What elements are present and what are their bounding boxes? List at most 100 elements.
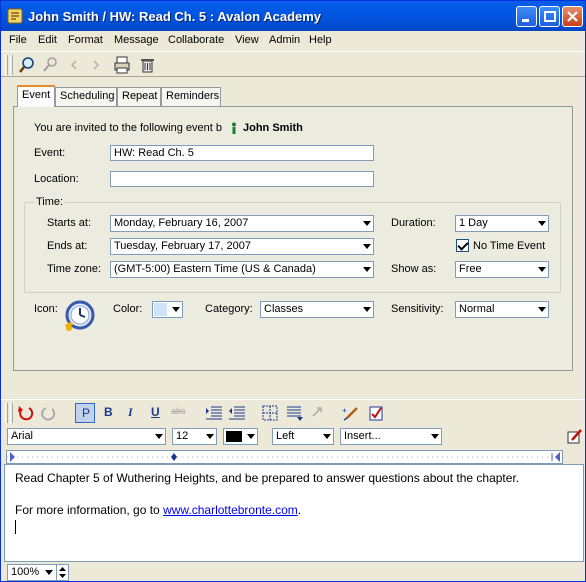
underline-icon[interactable]: U <box>151 405 160 419</box>
app-icon <box>7 8 23 24</box>
toolbar-grip[interactable] <box>5 55 8 75</box>
forward-icon[interactable] <box>87 56 105 74</box>
size-select[interactable]: 12 <box>172 428 217 445</box>
chevron-down-icon <box>201 429 216 444</box>
bold-icon[interactable]: B <box>104 405 113 419</box>
icon-label: Icon: <box>34 303 58 315</box>
list-icon[interactable] <box>285 404 303 422</box>
event-field[interactable]: HW: Read Ch. 5 <box>110 145 374 161</box>
toolbar-grip[interactable] <box>10 403 13 423</box>
zoom-spinner[interactable] <box>56 565 68 580</box>
svg-text:+: + <box>342 406 347 415</box>
find-icon[interactable] <box>18 56 36 74</box>
strikethrough-icon[interactable]: abc <box>171 406 186 416</box>
tab-scheduling[interactable]: Scheduling <box>55 87 117 106</box>
title-bar[interactable]: John Smith / HW: Read Ch. 5 : Avalon Aca… <box>1 1 585 31</box>
menu-edit[interactable]: Edit <box>38 34 57 46</box>
tab-repeat[interactable]: Repeat <box>117 87 161 106</box>
plain-text-icon: P <box>82 406 91 420</box>
chevron-down-icon <box>358 262 373 277</box>
print-icon[interactable] <box>113 56 131 74</box>
clock-icon[interactable] <box>62 297 96 333</box>
starts-at-select[interactable]: Monday, February 16, 2007 <box>110 215 374 232</box>
location-label: Location: <box>34 173 79 185</box>
menu-view[interactable]: View <box>235 34 259 46</box>
ruler-scale <box>7 452 562 462</box>
text-cursor <box>15 520 16 534</box>
location-field[interactable] <box>110 171 374 187</box>
timezone-value: (GMT-5:00) Eastern Time (US & Canada) <box>114 263 316 275</box>
size-value: 12 <box>176 430 189 442</box>
edit-note-icon[interactable] <box>566 428 583 445</box>
chevron-down-icon <box>533 262 548 277</box>
chevron-down-icon <box>358 239 373 254</box>
menu-file[interactable]: File <box>9 34 27 46</box>
chevron-down-icon <box>533 302 548 317</box>
maximize-icon <box>544 11 556 22</box>
starts-at-value: Monday, February 16, 2007 <box>114 217 249 229</box>
address-icon[interactable] <box>41 56 59 74</box>
menu-message[interactable]: Message <box>114 34 159 46</box>
outdent-icon[interactable] <box>228 404 246 422</box>
italic-icon[interactable]: I <box>128 405 133 420</box>
link-icon[interactable] <box>309 404 327 422</box>
ends-label: Ends at: <box>47 240 88 252</box>
color-select[interactable] <box>152 301 183 318</box>
color-swatch <box>154 303 167 316</box>
person-icon <box>232 122 236 134</box>
delete-icon[interactable] <box>138 56 156 74</box>
format-bar: Arial 12 Left Insert... <box>1 427 585 447</box>
minimize-button[interactable] <box>516 6 537 27</box>
duration-select[interactable]: 1 Day <box>455 215 549 232</box>
menu-format[interactable]: Format <box>68 34 103 46</box>
main-toolbar <box>1 51 585 77</box>
invite-text: You are invited to the following event b <box>34 122 222 134</box>
category-select[interactable]: Classes <box>260 301 374 318</box>
no-time-checkbox[interactable] <box>456 239 469 252</box>
timezone-select[interactable]: (GMT-5:00) Eastern Time (US & Canada) <box>110 261 374 278</box>
body-link[interactable]: www.charlottebronte.com <box>163 503 298 517</box>
toolbar-grip[interactable] <box>5 403 8 423</box>
message-body[interactable]: Read Chapter 5 of Wuthering Heights, and… <box>4 464 584 562</box>
menu-admin[interactable]: Admin <box>269 34 300 46</box>
color-label: Color: <box>113 303 143 315</box>
toolbar-grip[interactable] <box>10 55 13 75</box>
align-select[interactable]: Left <box>272 428 334 445</box>
undo-icon[interactable] <box>17 404 35 422</box>
chevron-down-icon <box>150 429 165 444</box>
close-button[interactable] <box>562 6 583 27</box>
duration-value: 1 Day <box>459 217 488 229</box>
sensitivity-label: Sensitivity: <box>391 303 444 315</box>
plain-text-button[interactable]: P <box>75 403 95 423</box>
menu-collaborate[interactable]: Collaborate <box>168 34 224 46</box>
font-value: Arial <box>11 430 34 442</box>
redo-icon[interactable] <box>40 404 58 422</box>
menu-help[interactable]: Help <box>309 34 332 46</box>
spellcheck-icon[interactable]: + <box>341 404 359 422</box>
maximize-button[interactable] <box>539 6 560 27</box>
body-line-1: Read Chapter 5 of Wuthering Heights, and… <box>15 471 520 485</box>
tab-reminders[interactable]: Reminders <box>161 87 221 106</box>
check-doc-icon[interactable] <box>367 404 385 422</box>
chevron-down-icon <box>358 216 373 231</box>
body-line-2: For more information, go to www.charlott… <box>15 502 573 518</box>
editor-toolbar: P B I U abc + <box>1 399 585 425</box>
insert-select[interactable]: Insert... <box>340 428 442 445</box>
ends-at-select[interactable]: Tuesday, February 17, 2007 <box>110 238 374 255</box>
menu-bar: File Edit Format Message Collaborate Vie… <box>1 31 585 50</box>
chevron-down-icon <box>167 302 182 317</box>
spinner-icon <box>59 567 66 578</box>
minimize-icon <box>522 19 529 22</box>
indent-icon[interactable] <box>205 404 223 422</box>
ruler[interactable] <box>6 450 563 464</box>
sensitivity-select[interactable]: Normal <box>455 301 549 318</box>
table-icon[interactable] <box>261 404 279 422</box>
text-color-select[interactable] <box>223 428 258 445</box>
zoom-select[interactable]: 100% <box>7 564 69 581</box>
showas-value: Free <box>459 263 482 275</box>
font-select[interactable]: Arial <box>7 428 166 445</box>
back-icon[interactable] <box>65 56 83 74</box>
tab-event[interactable]: Event <box>17 85 55 107</box>
appointment-window: John Smith / HW: Read Ch. 5 : Avalon Aca… <box>0 0 586 582</box>
showas-select[interactable]: Free <box>455 261 549 278</box>
